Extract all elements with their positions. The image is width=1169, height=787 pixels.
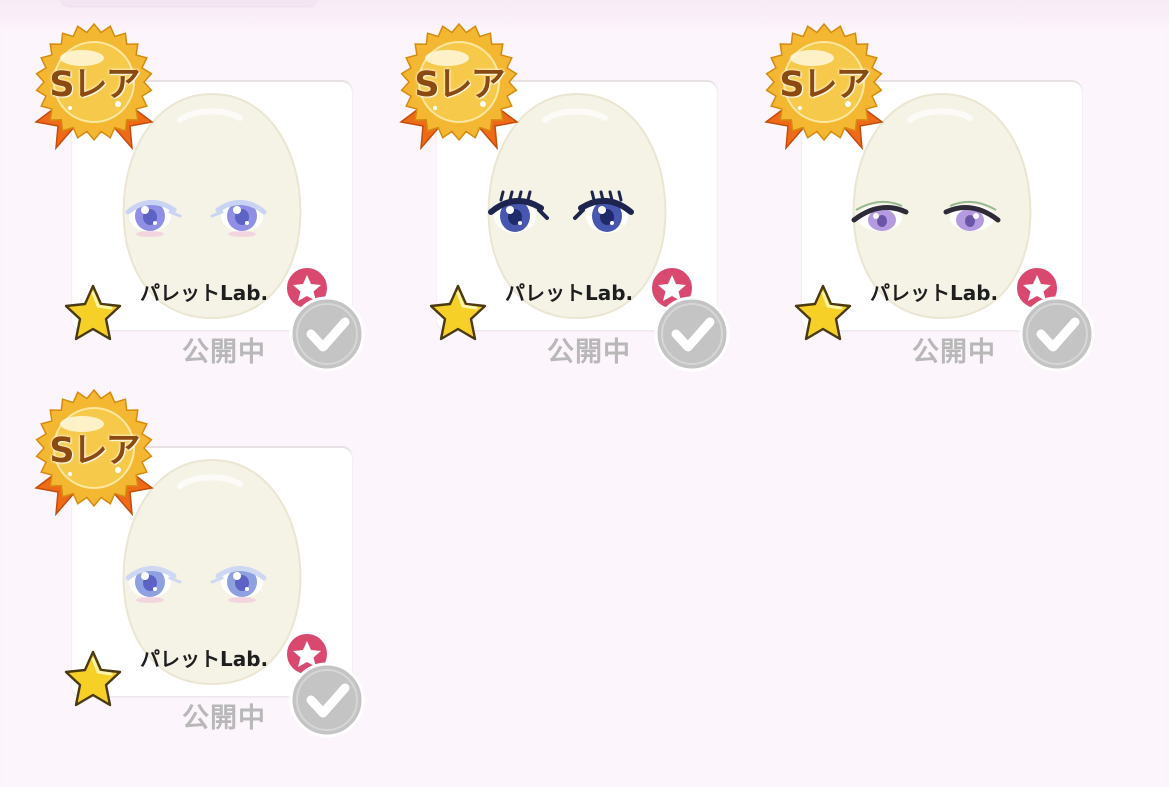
rarity-label: Sレア xyxy=(779,65,870,105)
item-card[interactable]: Sレア パレットLab. 公開中 xyxy=(365,2,730,372)
rarity-medal: Sレア xyxy=(30,22,158,151)
rarity-label: Sレア xyxy=(49,431,140,471)
star-icon[interactable] xyxy=(62,648,124,710)
brand-label: パレットLab. xyxy=(140,281,269,305)
star-icon[interactable] xyxy=(427,282,489,344)
status-label: 公開中 xyxy=(547,337,631,368)
rarity-label: Sレア xyxy=(414,65,505,105)
status-label: 公開中 xyxy=(182,337,266,368)
brand-label: パレットLab. xyxy=(140,647,269,671)
rarity-medal: Sレア xyxy=(760,22,888,151)
checkmark-icon[interactable] xyxy=(287,660,367,740)
star-icon[interactable] xyxy=(792,282,854,344)
brand-label: パレットLab. xyxy=(870,281,999,305)
rarity-medal: Sレア xyxy=(395,22,523,151)
checkmark-icon[interactable] xyxy=(1017,294,1097,374)
rarity-label: Sレア xyxy=(49,65,140,105)
brand-label: パレットLab. xyxy=(505,281,634,305)
checkmark-icon[interactable] xyxy=(652,294,732,374)
status-label: 公開中 xyxy=(182,703,266,734)
rarity-medal: Sレア xyxy=(30,388,158,517)
item-card[interactable]: Sレア パレットLab. 公開中 xyxy=(0,368,365,738)
checkmark-icon[interactable] xyxy=(287,294,367,374)
star-icon[interactable] xyxy=(62,282,124,344)
item-card[interactable]: Sレア パレットLab. 公開中 xyxy=(730,2,1095,372)
item-card[interactable]: Sレア パレットLab. 公開中 xyxy=(0,2,365,372)
status-label: 公開中 xyxy=(912,337,996,368)
